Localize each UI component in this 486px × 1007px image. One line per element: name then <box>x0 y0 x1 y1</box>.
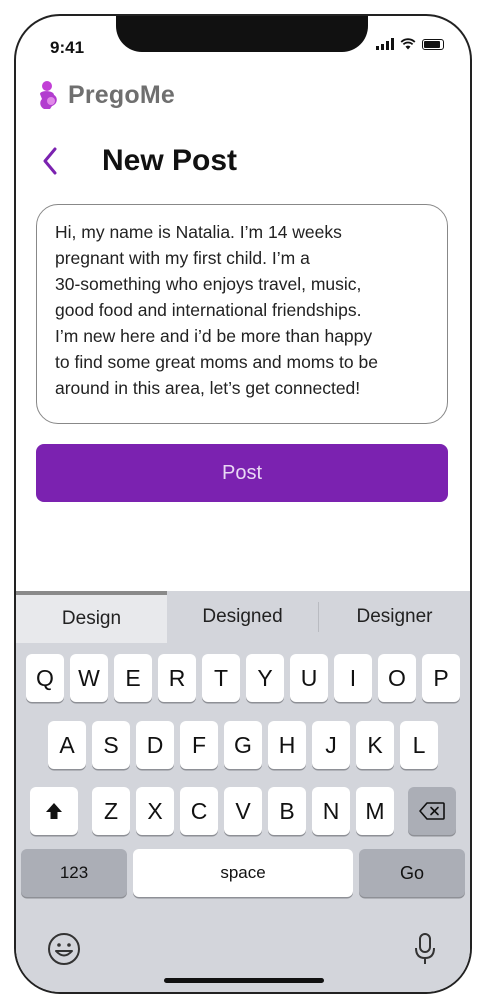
key-row-1: Q W E R T Y U I O P <box>16 654 470 702</box>
suggestion-bar: Design Designed Designer <box>16 591 470 643</box>
chevron-left-icon <box>43 147 57 175</box>
wifi-icon <box>400 38 416 50</box>
key-o[interactable]: O <box>378 654 416 702</box>
key-t[interactable]: T <box>202 654 240 702</box>
status-bar: 9:41 <box>16 16 470 72</box>
key-b[interactable]: B <box>268 787 306 835</box>
key-x[interactable]: X <box>136 787 174 835</box>
brand: PregoMe <box>36 80 175 110</box>
key-l[interactable]: L <box>400 721 438 769</box>
page-title: New Post <box>102 144 238 177</box>
back-button[interactable] <box>38 144 62 178</box>
page-header: New Post <box>38 144 237 178</box>
key-y[interactable]: Y <box>246 654 284 702</box>
phone-frame: 9:41 PregoMe New Post Hi, my name is Nat… <box>14 14 472 994</box>
signal-icon <box>376 38 394 50</box>
key-e[interactable]: E <box>114 654 152 702</box>
backspace-icon <box>419 802 445 820</box>
post-text: Hi, my name is Natalia. I’m 14 weeks pre… <box>55 222 378 398</box>
key-row-3: Z X C V B N M <box>16 787 470 835</box>
key-m[interactable]: M <box>356 787 394 835</box>
key-k[interactable]: K <box>356 721 394 769</box>
suggestion-3[interactable]: Designer <box>319 591 470 643</box>
key-z[interactable]: Z <box>92 787 130 835</box>
shift-icon <box>46 803 62 819</box>
go-key[interactable]: Go <box>359 849 465 897</box>
key-row-4: 123 space Go <box>16 849 470 897</box>
key-h[interactable]: H <box>268 721 306 769</box>
key-c[interactable]: C <box>180 787 218 835</box>
key-row-2: A S D F G H J K L <box>16 721 470 769</box>
status-icons <box>376 38 444 50</box>
space-key[interactable]: space <box>133 849 353 897</box>
brand-name: PregoMe <box>68 80 175 109</box>
shift-key[interactable] <box>30 787 78 835</box>
key-j[interactable]: J <box>312 721 350 769</box>
key-n[interactable]: N <box>312 787 350 835</box>
key-s[interactable]: S <box>92 721 130 769</box>
suggestion-2[interactable]: Designed <box>167 591 318 643</box>
battery-icon <box>422 38 444 50</box>
key-d[interactable]: D <box>136 721 174 769</box>
status-time: 9:41 <box>50 38 85 57</box>
post-button[interactable]: Post <box>36 444 448 502</box>
delete-key[interactable] <box>408 787 456 835</box>
keyboard: Design Designed Designer Q W E R T Y U I… <box>16 591 470 992</box>
key-u[interactable]: U <box>290 654 328 702</box>
notch <box>116 16 368 52</box>
key-a[interactable]: A <box>48 721 86 769</box>
microphone-icon[interactable] <box>414 931 436 967</box>
numbers-key[interactable]: 123 <box>21 849 127 897</box>
key-p[interactable]: P <box>422 654 460 702</box>
pregome-logo-icon <box>40 81 57 109</box>
key-r[interactable]: R <box>158 654 196 702</box>
suggestion-1[interactable]: Design <box>16 591 167 643</box>
key-f[interactable]: F <box>180 721 218 769</box>
key-v[interactable]: V <box>224 787 262 835</box>
key-q[interactable]: Q <box>26 654 64 702</box>
key-g[interactable]: G <box>224 721 262 769</box>
key-w[interactable]: W <box>70 654 108 702</box>
post-text-area[interactable]: Hi, my name is Natalia. I’m 14 weeks pre… <box>36 204 448 424</box>
key-i[interactable]: I <box>334 654 372 702</box>
emoji-icon[interactable] <box>46 931 82 967</box>
home-indicator <box>164 978 324 983</box>
